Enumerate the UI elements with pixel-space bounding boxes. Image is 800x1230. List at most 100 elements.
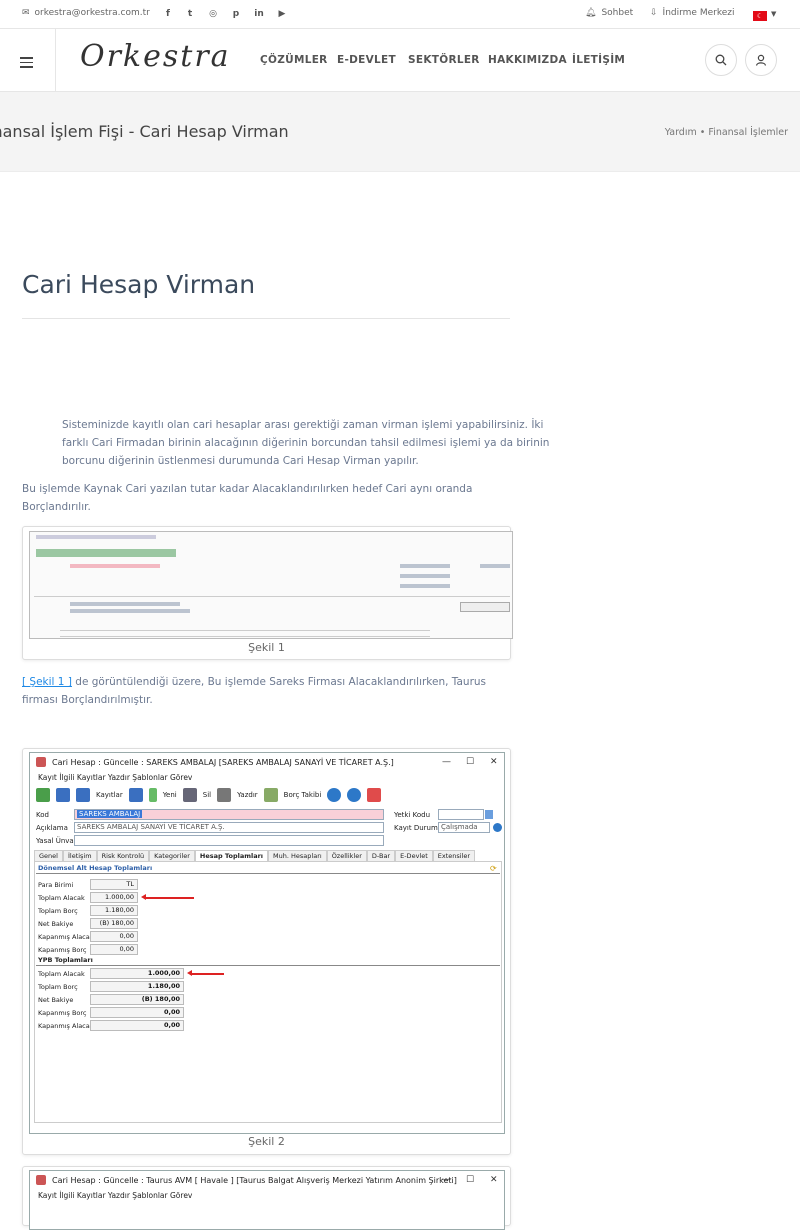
- maximize-icon[interactable]: ☐: [466, 1175, 474, 1185]
- new-icon[interactable]: [148, 788, 157, 802]
- figure-1: Şekil 1: [22, 526, 513, 660]
- delete-icon[interactable]: [182, 788, 197, 802]
- nav-item-cozumler[interactable]: ÇÖZÜMLER: [260, 54, 328, 66]
- email-link[interactable]: ✉ orkestra@orkestra.com.tr: [22, 8, 150, 18]
- kod-field[interactable]: SAREKS AMBALAJ: [74, 809, 384, 820]
- up-arrow-icon[interactable]: [327, 788, 342, 802]
- aciklama-field[interactable]: SAREKS AMBALAJ SANAYİ VE TİCARET A.Ş.: [74, 822, 384, 833]
- paragraph-2: [ Şekil 1 ] de görüntülendiği üzere, Bu …: [22, 673, 512, 709]
- mini-field: [460, 602, 510, 612]
- page-header-title: Finansal İşlem Fişi - Cari Hesap Virman: [0, 122, 289, 141]
- kayit-durumu-select[interactable]: Çalışmada: [438, 822, 490, 833]
- yasal-unvan-field[interactable]: [74, 835, 384, 846]
- refresh-icon[interactable]: [128, 788, 143, 802]
- info-icon[interactable]: [493, 823, 502, 832]
- title-divider: [22, 318, 510, 319]
- close-icon[interactable]: ✕: [490, 757, 498, 767]
- facebook-icon[interactable]: f: [162, 8, 174, 20]
- nav-item-sektorler[interactable]: SEKTÖRLER: [408, 54, 480, 66]
- twitter-icon[interactable]: t: [184, 8, 196, 20]
- new-button[interactable]: Yeni: [163, 791, 177, 799]
- breadcrumb-separator: •: [699, 127, 706, 138]
- tab-risk-kontrolu[interactable]: Risk Kontrolü: [96, 850, 150, 861]
- refresh-icon[interactable]: ⟳: [490, 864, 497, 873]
- tab-hesap-toplamlari[interactable]: Hesap Toplamları: [194, 850, 269, 861]
- user-account-button[interactable]: [745, 44, 777, 76]
- section-donemsel-title: Dönemsel Alt Hesap Toplamları: [38, 864, 153, 872]
- search-button[interactable]: [705, 44, 737, 76]
- breadcrumb-finansal[interactable]: Finansal İşlemler: [708, 127, 788, 138]
- mini-field: [400, 584, 450, 588]
- download-center-link[interactable]: ⇩ İndirme Merkezi: [650, 8, 734, 18]
- kapanmis-alacak-label: Kapanmış Alacak: [38, 933, 94, 941]
- paragraph-2-text: de görüntülendiği üzere, Bu işlemde Sare…: [22, 676, 487, 706]
- section-divider: [36, 965, 500, 966]
- lookup-icon[interactable]: [485, 810, 493, 819]
- paragraph-1: Bu işlemde Kaynak Cari yazılan tutar kad…: [22, 483, 473, 513]
- print-button[interactable]: Yazdır: [237, 791, 258, 799]
- section-divider: [36, 873, 500, 874]
- minimize-icon[interactable]: —: [442, 757, 451, 767]
- kayit-durumu-label: Kayıt Durumu: [394, 824, 443, 832]
- ypb-toplam-borc-label: Toplam Borç: [38, 983, 78, 991]
- ypb-net-bakiye-value: (B) 180,00: [90, 994, 184, 1005]
- down-arrow-icon[interactable]: [347, 788, 362, 802]
- top-bar: ✉ orkestra@orkestra.com.tr f t ◎ p in ▶ …: [0, 0, 800, 29]
- net-bakiye-value: (B) 180,00: [90, 918, 138, 929]
- para-birimi-value: TL: [90, 879, 138, 890]
- ypb-toplam-borc-value: 1.180,00: [90, 981, 184, 992]
- tab-extensiler[interactable]: Extensiler: [432, 850, 476, 861]
- tab-iletisim[interactable]: İletişim: [62, 850, 97, 861]
- approve-icon[interactable]: [367, 788, 382, 802]
- tab-ozellikler[interactable]: Özellikler: [326, 850, 367, 861]
- records-button[interactable]: Kayıtlar: [96, 791, 123, 799]
- close-icon[interactable]: ✕: [490, 1175, 498, 1185]
- back-icon[interactable]: [36, 788, 50, 802]
- debt-tracking-icon[interactable]: [263, 788, 278, 802]
- linkedin-icon[interactable]: in: [253, 8, 265, 20]
- chat-link[interactable]: 🔔︎ Sohbet: [585, 8, 633, 18]
- chevron-down-icon[interactable]: ▼: [771, 10, 776, 18]
- nav-item-hakkimizda[interactable]: HAKKIMIZDA: [488, 54, 567, 66]
- hamburger-menu-icon[interactable]: [20, 57, 33, 71]
- red-arrow-annotation: [141, 894, 194, 900]
- pinterest-icon[interactable]: p: [230, 8, 242, 20]
- menu-bar[interactable]: Kayıt İlgili Kayıtlar Yazdır Şablonlar G…: [38, 1191, 192, 1200]
- menu-bar[interactable]: Kayıt İlgili Kayıtlar Yazdır Şablonlar G…: [38, 773, 192, 782]
- delete-button[interactable]: Sil: [203, 791, 211, 799]
- nav-item-iletisim[interactable]: İLETİŞİM: [572, 54, 625, 66]
- chat-label: Sohbet: [601, 8, 634, 18]
- yetki-kodu-field[interactable]: [438, 809, 484, 820]
- instagram-icon[interactable]: ◎: [207, 8, 219, 20]
- net-bakiye-label: Net Bakiye: [38, 920, 74, 928]
- mini-title-bar: [36, 535, 156, 539]
- yetki-kodu-label: Yetki Kodu: [394, 811, 431, 819]
- tab-genel[interactable]: Genel: [34, 850, 63, 861]
- figure-1-link[interactable]: [ Şekil 1 ]: [22, 676, 72, 688]
- article-title: Cari Hesap Virman: [22, 270, 256, 299]
- logo[interactable]: Orkestra: [80, 39, 231, 74]
- section-ypb-title: YPB Toplamları: [38, 956, 93, 964]
- nav-item-e-devlet[interactable]: E-DEVLET: [337, 54, 396, 66]
- minimize-icon[interactable]: —: [442, 1175, 451, 1185]
- breadcrumb-help[interactable]: Yardım: [665, 127, 697, 138]
- para-birimi-label: Para Birimi: [38, 881, 74, 889]
- youtube-icon[interactable]: ▶: [276, 8, 288, 20]
- tab-e-devlet[interactable]: E-Devlet: [395, 850, 433, 861]
- debt-tracking-button[interactable]: Borç Takibi: [284, 791, 322, 799]
- tab-muh-hesaplari[interactable]: Muh. Hesapları: [268, 850, 327, 861]
- turkey-flag-icon[interactable]: ☾: [753, 11, 767, 21]
- divider: [55, 29, 56, 92]
- tab-d-bar[interactable]: D-Bar: [366, 850, 396, 861]
- tab-kategoriler[interactable]: Kategoriler: [149, 850, 195, 861]
- save-icon[interactable]: [56, 788, 70, 802]
- figure-3: Cari Hesap : Güncelle : Taurus AVM [ Hav…: [22, 1166, 511, 1230]
- figure-1-screenshot[interactable]: [29, 531, 513, 639]
- mini-line: [60, 636, 430, 637]
- figure-2-screenshot[interactable]: Cari Hesap : Güncelle : SAREKS AMBALAJ […: [29, 752, 505, 1134]
- figure-2: Cari Hesap : Güncelle : SAREKS AMBALAJ […: [22, 748, 511, 1155]
- save-as-icon[interactable]: [76, 788, 90, 802]
- print-icon[interactable]: [217, 788, 232, 802]
- maximize-icon[interactable]: ☐: [466, 757, 474, 767]
- figure-3-screenshot[interactable]: Cari Hesap : Güncelle : Taurus AVM [ Hav…: [29, 1170, 505, 1230]
